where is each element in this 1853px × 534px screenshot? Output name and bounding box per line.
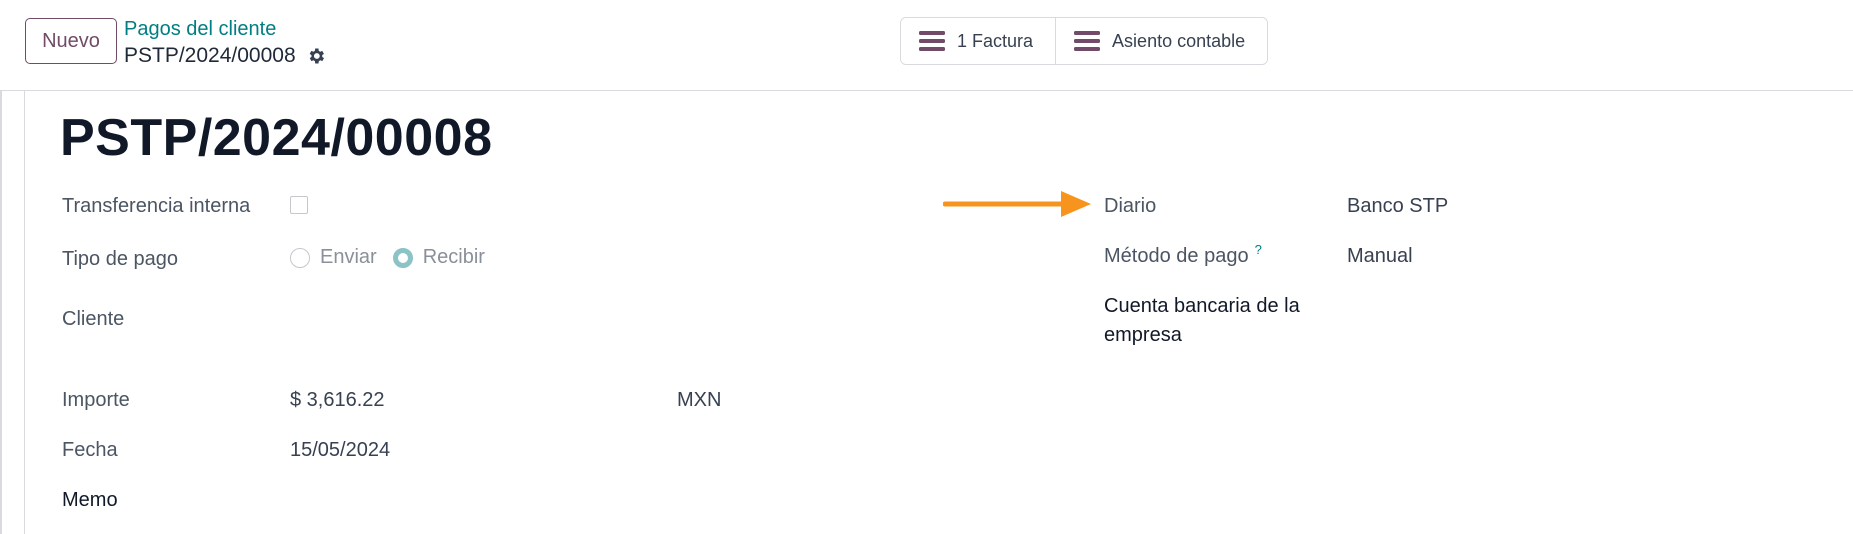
invoice-smart-button[interactable]: 1 Factura	[901, 18, 1056, 64]
journal-entry-smart-button[interactable]: Asiento contable	[1055, 18, 1268, 64]
date-value[interactable]: 15/05/2024	[290, 439, 390, 462]
gear-icon[interactable]	[306, 46, 326, 66]
radio-send-label: Enviar	[320, 246, 377, 268]
amount-value[interactable]: $ 3,616.22	[290, 389, 385, 412]
company-bank-account-label-line1: Cuenta bancaria de la	[1104, 295, 1300, 317]
page-title: PSTP/2024/00008	[60, 109, 493, 167]
new-button[interactable]: Nuevo	[25, 18, 117, 64]
bars-icon	[919, 30, 945, 52]
bars-icon	[1074, 30, 1101, 52]
payment-type-send-option[interactable]: Enviar	[290, 246, 377, 269]
breadcrumb-current: PSTP/2024/00008	[124, 44, 326, 68]
company-bank-account-label-line2: empresa	[1104, 324, 1182, 346]
journal-label: Diario	[1104, 195, 1157, 217]
internal-transfer-label: Transferencia interna	[62, 195, 251, 217]
smart-buttons: 1 Factura Asiento contable	[900, 17, 1269, 65]
customer-label: Cliente	[62, 308, 125, 330]
company-bank-account-label: Cuenta bancaria de la empresa	[1104, 295, 1300, 347]
radio-receive[interactable]	[392, 247, 413, 268]
currency-value[interactable]: MXN	[677, 389, 721, 412]
payment-method-label-text: Método de pago	[1104, 245, 1249, 267]
invoice-smart-button-label: 1 Factura	[957, 30, 1034, 51]
journal-entry-smart-button-label: Asiento contable	[1112, 30, 1246, 51]
payment-method-label: Método de pago?	[1104, 242, 1262, 268]
sheet-left-rule	[24, 91, 25, 534]
control-panel: Nuevo Pagos del cliente PSTP/2024/00008 …	[0, 0, 1853, 91]
memo-label: Memo	[62, 489, 118, 511]
payment-method-value[interactable]: Manual	[1347, 245, 1413, 268]
payment-type-receive-option[interactable]: Recibir	[392, 246, 485, 269]
internal-transfer-checkbox[interactable]	[290, 196, 308, 214]
journal-value[interactable]: Banco STP	[1347, 195, 1448, 218]
breadcrumb-parent-link[interactable]: Pagos del cliente	[124, 18, 276, 41]
amount-label: Importe	[62, 389, 130, 411]
payment-type-radio-group: Enviar Recibir	[290, 246, 501, 269]
breadcrumb-current-label: PSTP/2024/00008	[124, 44, 296, 67]
payment-type-label: Tipo de pago	[62, 248, 179, 270]
help-icon[interactable]: ?	[1255, 242, 1262, 257]
radio-receive-label: Recibir	[422, 246, 485, 268]
date-label: Fecha	[62, 439, 118, 461]
radio-send[interactable]	[290, 247, 310, 268]
annotation-arrow-icon	[943, 191, 1091, 217]
